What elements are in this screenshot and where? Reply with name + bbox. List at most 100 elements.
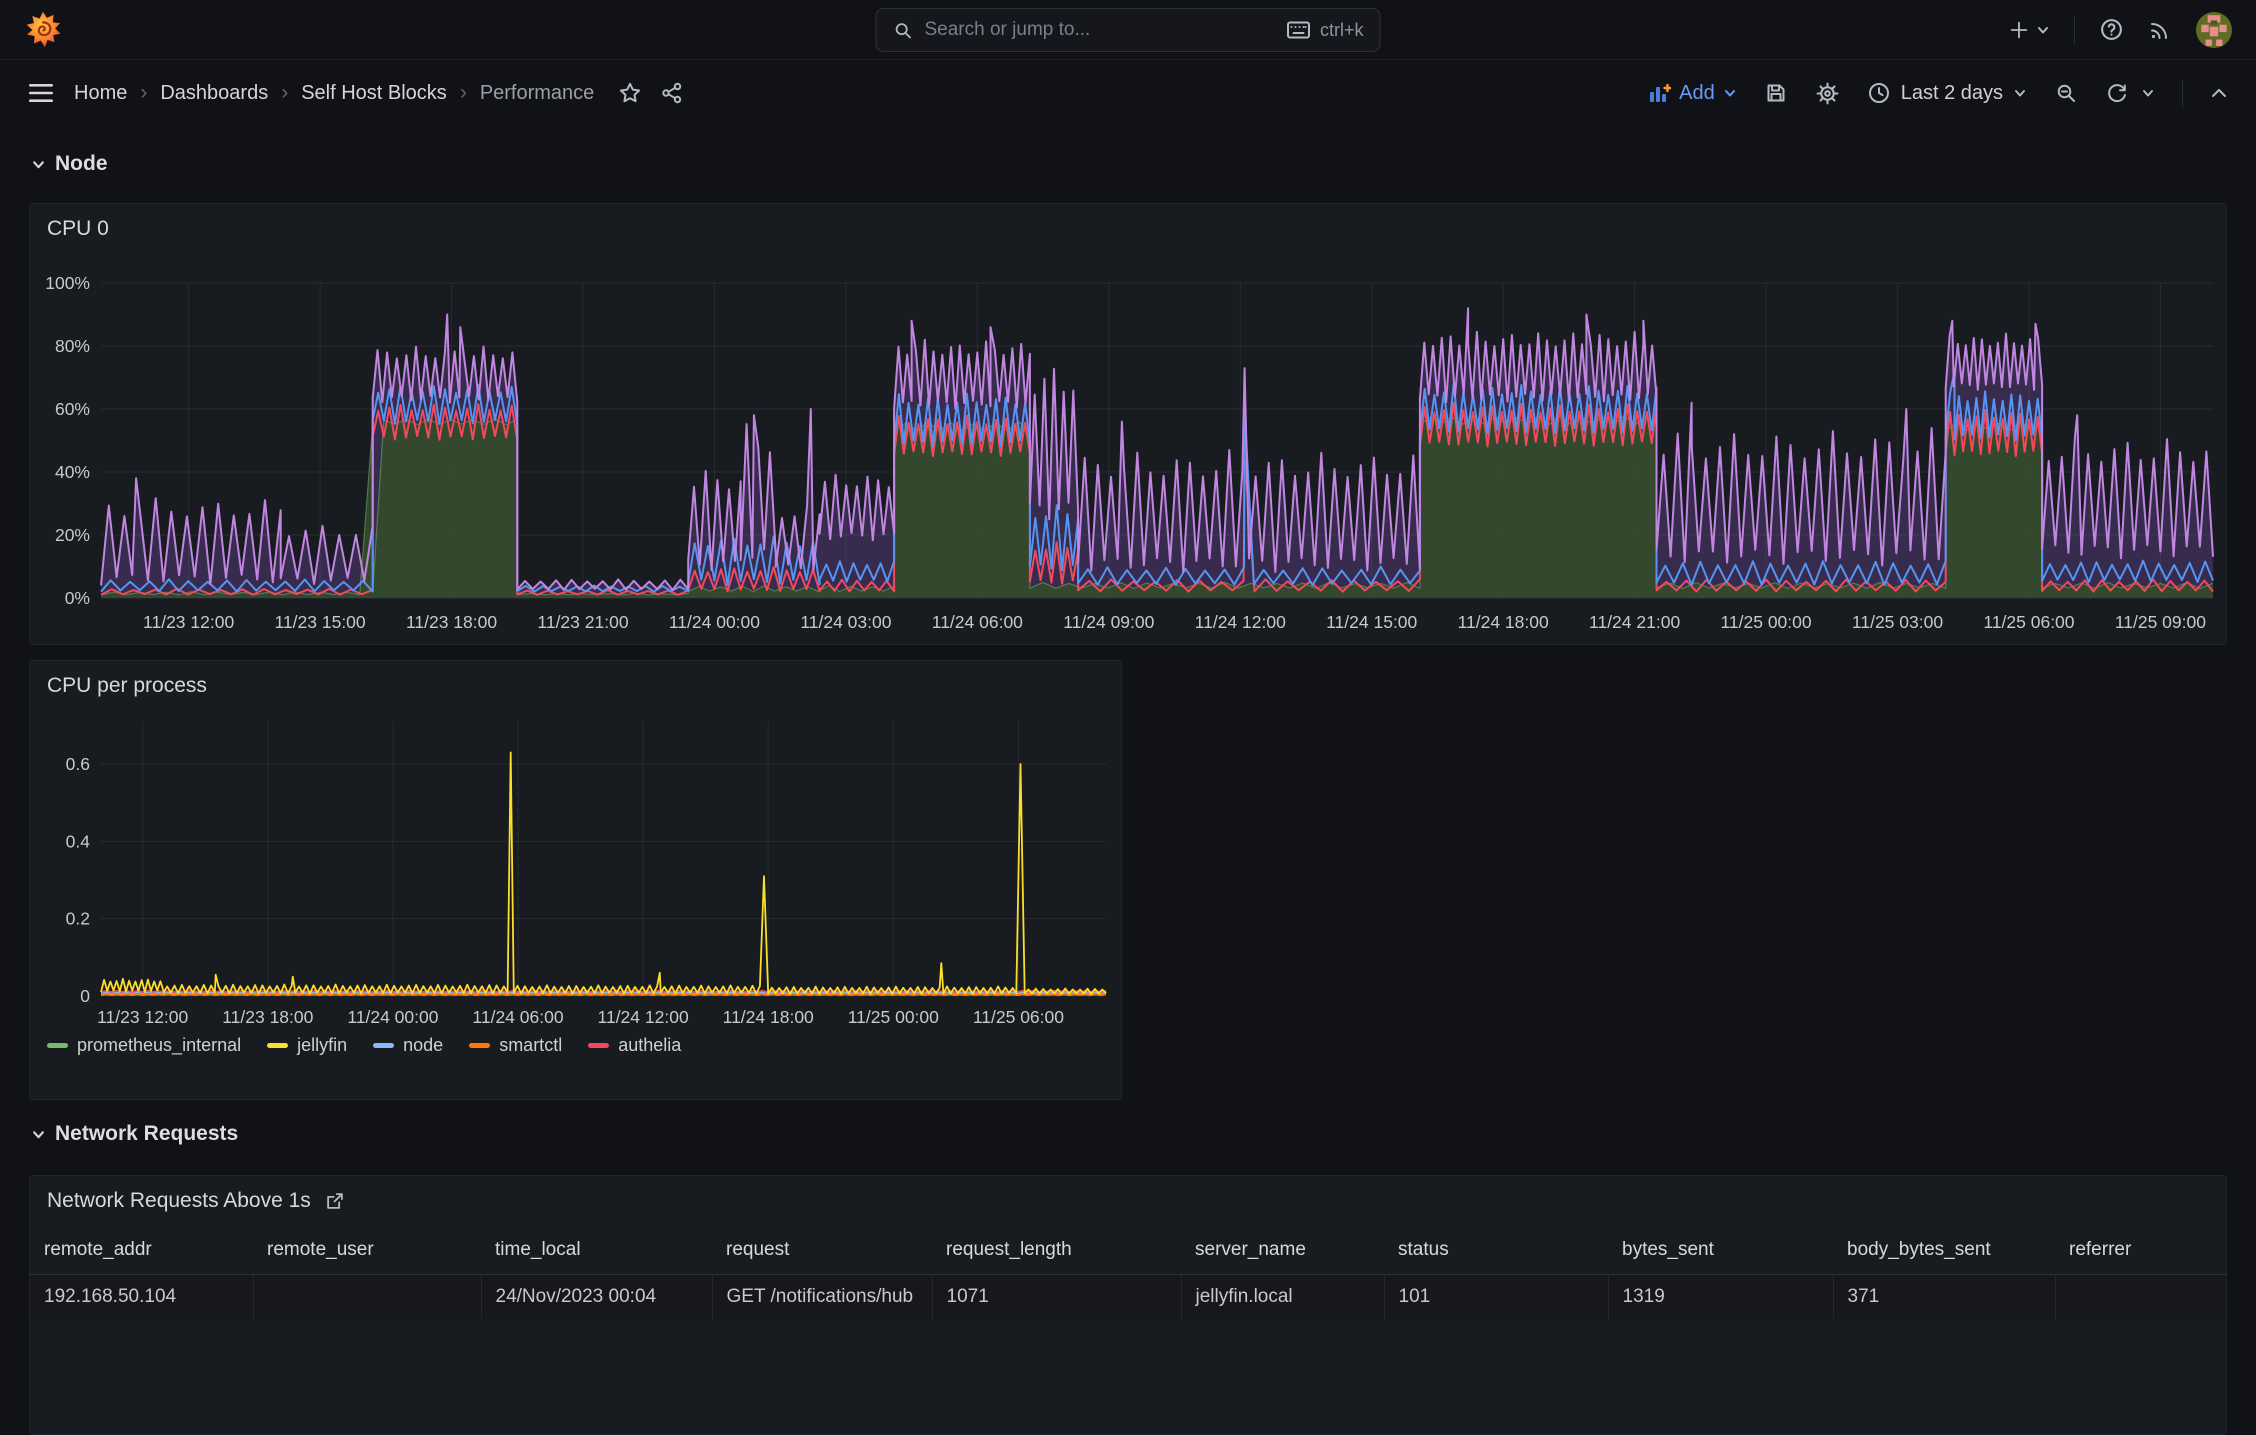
panel-network-requests: Network Requests Above 1s remote_addr re… <box>29 1175 2227 1435</box>
search-input[interactable]: Search or jump to... ctrl+k <box>875 8 1381 52</box>
row-network-requests[interactable]: Network Requests <box>31 1122 238 1146</box>
svg-text:60%: 60% <box>55 399 90 419</box>
table-header-row: remote_addr remote_user time_local reque… <box>30 1226 2226 1275</box>
chevron-down-icon <box>1724 90 1735 97</box>
svg-text:11/24 00:00: 11/24 00:00 <box>669 612 760 632</box>
row-node-title: Node <box>55 152 108 175</box>
new-button[interactable] <box>2008 19 2050 41</box>
legend-chip <box>469 1043 491 1048</box>
collapse-toolbar-icon[interactable] <box>2210 86 2228 100</box>
clock-icon <box>1868 83 1889 103</box>
legend: prometheus_internal jellyfin node smartc… <box>47 1035 681 1056</box>
legend-item[interactable]: smartctl <box>469 1035 562 1056</box>
svg-text:11/24 18:00: 11/24 18:00 <box>723 1007 814 1027</box>
column-header[interactable]: remote_user <box>253 1226 481 1275</box>
legend-item[interactable]: prometheus_internal <box>47 1035 241 1056</box>
svg-text:11/24 18:00: 11/24 18:00 <box>1458 612 1549 632</box>
breadcrumb-home[interactable]: Home <box>74 82 127 105</box>
grafana-dashboard: { "topnav": { "search": { "placeholder":… <box>0 0 2256 1435</box>
chevron-down-icon <box>33 160 44 168</box>
legend-chip <box>47 1043 68 1048</box>
search-placeholder: Search or jump to... <box>924 19 1091 40</box>
chevron-right-icon: › <box>281 81 289 104</box>
star-icon[interactable] <box>618 81 642 105</box>
svg-text:11/24 00:00: 11/24 00:00 <box>347 1007 438 1027</box>
table-row[interactable]: 192.168.50.104 24/Nov/2023 00:04 GET /no… <box>30 1274 2226 1319</box>
row-node[interactable]: Node <box>31 152 108 176</box>
mega-menu-icon[interactable] <box>28 82 54 104</box>
svg-text:11/23 18:00: 11/23 18:00 <box>222 1007 313 1027</box>
svg-text:11/23 21:00: 11/23 21:00 <box>537 612 628 632</box>
svg-text:11/23 15:00: 11/23 15:00 <box>275 612 366 632</box>
table-cell <box>2054 1274 2226 1319</box>
network-requests-table: remote_addr remote_user time_local reque… <box>30 1226 2226 1319</box>
legend-label: prometheus_internal <box>77 1035 242 1055</box>
add-button-label: Add <box>1679 81 1715 104</box>
column-header[interactable]: body_bytes_sent <box>1833 1226 2055 1275</box>
avatar-image <box>2196 11 2232 48</box>
cpu0-chart[interactable]: 0% 20% 40% 60% 80% 100% 11/23 12:00 11/23 15:00… <box>30 204 2227 645</box>
row-network-requests-title: Network Requests <box>55 1122 239 1145</box>
svg-text:0.6: 0.6 <box>66 754 90 774</box>
chevron-down-icon <box>2038 26 2048 33</box>
column-header[interactable]: server_name <box>1181 1226 1384 1275</box>
column-header[interactable]: time_local <box>481 1226 712 1275</box>
refresh-icon[interactable] <box>2105 81 2129 105</box>
table-cell: 24/Nov/2023 00:04 <box>480 1274 712 1319</box>
panel-network-requests-title[interactable]: Network Requests Above 1s <box>47 1189 311 1213</box>
column-header[interactable]: bytes_sent <box>1608 1226 1833 1275</box>
legend-item[interactable]: node <box>373 1035 443 1056</box>
svg-text:11/24 06:00: 11/24 06:00 <box>932 612 1023 632</box>
add-button[interactable]: Add <box>1649 82 1737 105</box>
breadcrumb-folder[interactable]: Self Host Blocks <box>301 82 447 105</box>
svg-text:11/25 09:00: 11/25 09:00 <box>2115 612 2206 632</box>
grafana-logo[interactable] <box>24 11 62 49</box>
svg-text:11/23 12:00: 11/23 12:00 <box>97 1007 188 1027</box>
share-icon[interactable] <box>660 81 684 105</box>
svg-text:11/24 12:00: 11/24 12:00 <box>598 1007 689 1027</box>
breadcrumb-dashboards[interactable]: Dashboards <box>160 82 268 105</box>
avatar[interactable] <box>2196 11 2232 48</box>
search-shortcut: ctrl+k <box>1287 20 1364 41</box>
time-range-picker[interactable]: Last 2 days <box>1867 81 2027 105</box>
svg-text:0%: 0% <box>65 588 90 608</box>
legend-chip <box>588 1043 610 1048</box>
svg-text:40%: 40% <box>55 462 90 482</box>
legend-item[interactable]: authelia <box>588 1035 681 1056</box>
svg-text:11/25 06:00: 11/25 06:00 <box>1983 612 2074 632</box>
column-header[interactable]: remote_addr <box>30 1226 253 1275</box>
svg-text:11/24 06:00: 11/24 06:00 <box>472 1007 563 1027</box>
toolbar-divider <box>2182 79 2183 107</box>
svg-text:0: 0 <box>80 986 90 1006</box>
column-header[interactable]: request <box>712 1226 932 1275</box>
table-cell <box>252 1274 481 1319</box>
svg-text:11/23 18:00: 11/23 18:00 <box>406 612 497 632</box>
time-range-label: Last 2 days <box>1900 81 2003 104</box>
search-shortcut-label: ctrl+k <box>1319 19 1364 40</box>
refresh-interval-chevron-icon[interactable] <box>2141 86 2155 100</box>
svg-text:0.2: 0.2 <box>66 909 90 929</box>
breadcrumb-current: Performance <box>479 81 595 104</box>
legend-item[interactable]: jellyfin <box>267 1035 347 1056</box>
breadcrumb: Home › Dashboards › Self Host Blocks › P… <box>74 81 594 105</box>
refresh-group <box>2105 81 2155 105</box>
plus-icon <box>2010 21 2028 38</box>
table-cell: 1071 <box>931 1274 1181 1319</box>
help-button[interactable] <box>2099 17 2124 42</box>
external-link-icon[interactable] <box>324 1190 346 1212</box>
legend-label: node <box>403 1035 444 1055</box>
save-icon[interactable] <box>1764 81 1788 105</box>
news-button[interactable] <box>2148 18 2172 42</box>
column-header[interactable]: referrer <box>2055 1226 2226 1275</box>
chevron-right-icon: › <box>459 81 467 104</box>
table-cell: GET /notifications/hub <box>711 1274 932 1319</box>
nav-divider <box>2074 15 2075 44</box>
column-header[interactable]: status <box>1384 1226 1608 1275</box>
table-cell: 192.168.50.104 <box>30 1274 253 1319</box>
breadcrumb-actions <box>618 81 684 105</box>
chevron-down-icon <box>33 1130 44 1138</box>
svg-text:11/25 00:00: 11/25 00:00 <box>1720 612 1811 632</box>
zoom-out-icon[interactable] <box>2054 81 2078 105</box>
settings-gear-icon[interactable] <box>1815 81 1840 106</box>
column-header[interactable]: request_length <box>932 1226 1181 1275</box>
